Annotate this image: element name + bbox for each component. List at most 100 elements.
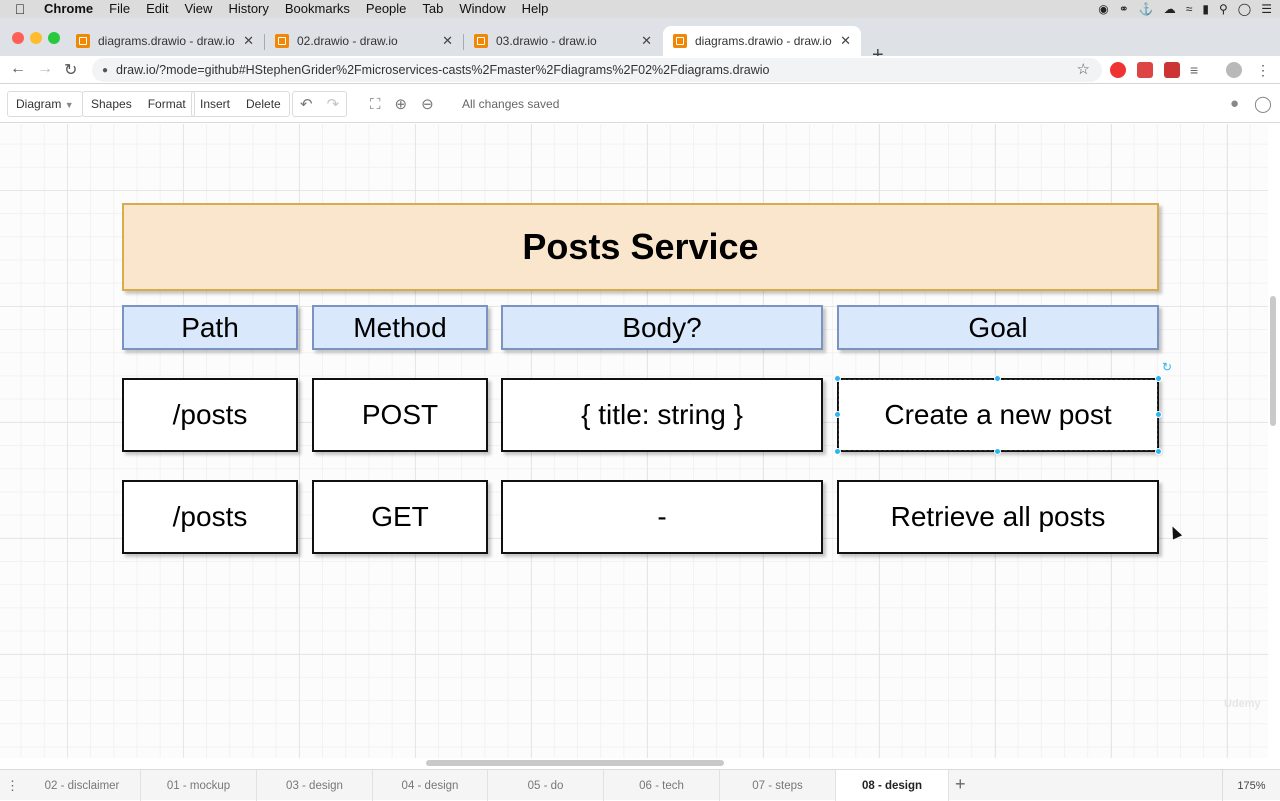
add-page-icon[interactable]: + [955,774,966,795]
cell-label: - [657,501,667,532]
cell-label: Retrieve all posts [890,501,1106,532]
page-tab[interactable]: 06 - tech [604,770,720,801]
title-shape[interactable]: Posts Service [122,203,1159,291]
reload-icon[interactable]: ↻ [64,60,77,80]
diagram-canvas[interactable]: Posts Service Path Method Body? Goal /po… [0,124,1268,758]
page-tab-active[interactable]: 08 - design [836,770,949,801]
menu-view[interactable]: View [176,0,220,18]
insert-button[interactable]: Insert [192,92,238,116]
resize-handle[interactable] [994,448,1001,455]
adblock-extension-icon[interactable] [1110,62,1126,78]
redo-icon[interactable]: ↷ [320,95,347,113]
window-close-icon[interactable] [12,32,24,44]
resize-handle[interactable] [1155,375,1162,382]
extension-badge-icon[interactable] [1164,62,1180,78]
page-tab[interactable]: 07 - steps [720,770,836,801]
menu-window[interactable]: Window [451,0,513,18]
glasses-icon[interactable]: ⚭ [1119,2,1129,16]
menu-app-chrome[interactable]: Chrome [40,0,101,18]
spotlight-search-icon[interactable]: ⚲ [1219,2,1228,16]
tab-close-icon[interactable]: ✕ [840,33,851,49]
horizontal-scrollbar[interactable] [426,760,724,766]
resize-handle[interactable] [1155,448,1162,455]
address-bar[interactable]: ● draw.io/?mode=github#HStephenGrider%2F… [92,58,1102,82]
menu-history[interactable]: History [220,0,276,18]
diagram-menu-button[interactable]: Diagram ▼ [8,92,82,117]
pages-menu-icon[interactable]: ⋮ [6,778,19,794]
wifi-icon[interactable]: ≈ [1186,2,1193,16]
zoom-level[interactable]: 175% [1222,770,1280,801]
lock-icon[interactable]: ● [102,65,108,76]
notification-center-icon[interactable]: ☰ [1261,2,1272,16]
siri-icon[interactable]: ◯ [1238,2,1251,16]
shapes-button[interactable]: Shapes [83,92,140,116]
apple-menu-icon[interactable]:  [0,1,40,17]
browser-tab[interactable]: 02.drawio - draw.io ✕ [265,26,463,56]
zoom-in-icon[interactable]: ⊕ [388,95,415,113]
table-cell[interactable]: /posts [122,480,298,554]
page-tab[interactable]: 03 - design [257,770,373,801]
table-cell[interactable]: GET [312,480,488,554]
cloud-icon[interactable]: ☁ [1164,2,1176,16]
table-cell[interactable]: - [501,480,823,554]
tab-close-icon[interactable]: ✕ [641,33,652,49]
menu-people[interactable]: People [358,0,414,18]
resize-handle[interactable] [834,448,841,455]
table-cell[interactable]: POST [312,378,488,452]
resize-handle[interactable] [1155,411,1162,418]
window-zoom-icon[interactable] [48,32,60,44]
vertical-scrollbar[interactable] [1270,296,1276,426]
tab-close-icon[interactable]: ✕ [243,33,254,49]
table-cell[interactable]: Retrieve all posts [837,480,1159,554]
table-cell-selected[interactable]: Create a new post [837,378,1159,452]
page-tab[interactable]: 02 - disclaimer [24,770,141,801]
chevron-down-icon: ▼ [64,99,74,110]
browser-tab[interactable]: diagrams.drawio - draw.io ✕ [66,26,264,56]
drawio-favicon-icon [76,34,90,48]
rotate-handle-icon[interactable]: ↻ [1162,360,1172,374]
menu-help[interactable]: Help [514,0,557,18]
table-cell[interactable]: { title: string } [501,378,823,452]
resize-handle[interactable] [834,375,841,382]
menu-tab[interactable]: Tab [414,0,451,18]
address-url: draw.io/?mode=github#HStephenGrider%2Fmi… [116,63,770,77]
browser-tab-active[interactable]: diagrams.drawio - draw.io ✕ [663,26,861,56]
docker-icon[interactable]: ⚓ [1139,2,1154,16]
format-button[interactable]: Format [140,92,194,116]
header-cell-body[interactable]: Body? [501,305,823,350]
menu-bookmarks[interactable]: Bookmarks [277,0,358,18]
forward-icon[interactable]: → [37,60,53,78]
menu-edit[interactable]: Edit [138,0,176,18]
tab-close-icon[interactable]: ✕ [442,33,453,49]
page-tab-label: 05 - do [527,779,564,792]
page-tab[interactable]: 04 - design [373,770,488,801]
page-tab[interactable]: 05 - do [488,770,604,801]
header-cell-method[interactable]: Method [312,305,488,350]
undo-icon[interactable]: ↶ [293,95,320,113]
header-cell-path[interactable]: Path [122,305,298,350]
language-globe-icon[interactable]: ◯ [1254,94,1272,114]
resize-handle[interactable] [994,375,1001,382]
page-tab[interactable]: 01 - mockup [141,770,257,801]
header-cell-goal[interactable]: Goal [837,305,1159,350]
reading-list-icon[interactable]: ≡ [1190,62,1206,78]
share-user-icon[interactable]: ● [1230,95,1239,112]
history-group: ↶ ↷ [292,91,348,117]
battery-icon[interactable]: ▮ [1202,2,1209,16]
extension-tray-icon[interactable]: ◉ [1098,2,1108,16]
window-minimize-icon[interactable] [30,32,42,44]
tab-title: diagrams.drawio - draw.io [98,34,235,48]
bookmark-star-icon[interactable]: ☆ [1077,60,1090,78]
chrome-menu-icon[interactable]: ⋮ [1256,62,1272,78]
back-icon[interactable]: ← [10,60,26,78]
extension-icon[interactable] [1137,62,1153,78]
profile-avatar[interactable] [1226,62,1242,78]
resize-handle[interactable] [834,411,841,418]
browser-tab[interactable]: 03.drawio - draw.io ✕ [464,26,662,56]
page-tabs-bar: ⋮ 02 - disclaimer 01 - mockup 03 - desig… [0,769,1280,801]
table-cell[interactable]: /posts [122,378,298,452]
menu-file[interactable]: File [101,0,138,18]
fit-page-icon[interactable]: ⛶ [363,96,388,113]
delete-button[interactable]: Delete [238,92,289,116]
zoom-out-icon[interactable]: ⊖ [414,95,441,113]
